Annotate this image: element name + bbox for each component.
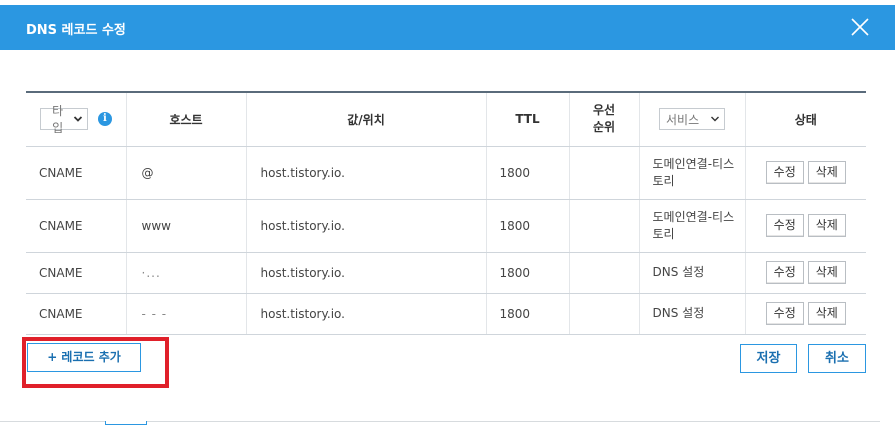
info-icon[interactable]: i	[97, 112, 112, 127]
edit-button[interactable]: 수정	[765, 261, 804, 284]
edit-button[interactable]: 수정	[765, 302, 804, 325]
table-row: CNAME - - - host.tistory.io. 1800 DNS 설정…	[26, 293, 866, 335]
row-service: 도메인연결-티스토리	[638, 146, 745, 200]
bottom-tab-edge	[105, 421, 147, 425]
row-type: CNAME	[26, 293, 126, 335]
row-service: DNS 설정	[638, 252, 745, 294]
row-priority	[568, 293, 639, 335]
add-record-button[interactable]: + 레코드 추가	[27, 343, 141, 372]
chevron-down-icon	[73, 116, 82, 123]
row-ttl: 1800	[485, 146, 569, 200]
row-ttl: 1800	[485, 199, 569, 253]
row-value: host.tistory.io.	[245, 252, 486, 294]
row-value: host.tistory.io.	[245, 199, 486, 253]
close-icon[interactable]	[850, 17, 870, 37]
row-value: host.tistory.io.	[245, 146, 486, 200]
type-header: 타입 i	[26, 91, 126, 147]
row-host: www	[125, 199, 246, 253]
priority-header: 우선 순위	[568, 91, 639, 147]
row-service: 도메인연결-티스토리	[638, 199, 745, 253]
row-host: ·...	[125, 252, 246, 294]
row-host: @	[125, 146, 246, 200]
row-ttl: 1800	[485, 293, 569, 335]
row-actions: 수정 삭제	[744, 146, 866, 200]
row-actions: 수정 삭제	[744, 252, 866, 294]
row-host: - - -	[125, 293, 246, 335]
dialog-header: DNS 레코드 수정	[0, 5, 895, 50]
row-priority	[568, 146, 639, 200]
row-value: host.tistory.io.	[245, 293, 486, 335]
delete-button[interactable]: 삭제	[807, 214, 846, 237]
type-filter-label: 타입	[52, 104, 64, 136]
dialog-title: DNS 레코드 수정	[26, 23, 126, 38]
cancel-button[interactable]: 취소	[808, 344, 866, 373]
edit-button[interactable]: 수정	[765, 161, 804, 184]
row-actions: 수정 삭제	[744, 293, 866, 335]
state-header: 상태	[744, 91, 866, 147]
service-filter-label: 서비스	[666, 112, 700, 127]
row-type: CNAME	[26, 252, 126, 294]
service-filter-select[interactable]: 서비스	[659, 108, 725, 131]
chevron-down-icon	[711, 116, 719, 122]
delete-button[interactable]: 삭제	[807, 261, 846, 284]
table-row: CNAME www host.tistory.io. 1800 도메인연결-티스…	[26, 199, 866, 253]
delete-button[interactable]: 삭제	[807, 161, 846, 184]
save-button[interactable]: 저장	[740, 344, 797, 373]
row-service: DNS 설정	[638, 293, 745, 335]
service-header: 서비스	[638, 91, 745, 147]
row-ttl: 1800	[485, 252, 569, 294]
type-filter-select[interactable]: 타입	[39, 104, 88, 135]
row-type: CNAME	[26, 199, 126, 253]
ttl-header: TTL	[485, 91, 569, 147]
value-header: 값/위치	[245, 91, 486, 147]
table-header-row: 타입 i 호스트 값/위치 TTL 우선 순위 서비스 상태	[26, 91, 866, 147]
row-priority	[568, 252, 639, 294]
host-header: 호스트	[125, 91, 246, 147]
row-actions: 수정 삭제	[744, 199, 866, 253]
dns-record-table: 타입 i 호스트 값/위치 TTL 우선 순위 서비스 상태 CNAME @ h…	[26, 91, 866, 335]
row-priority	[568, 199, 639, 253]
table-row: CNAME ·... host.tistory.io. 1800 DNS 설정 …	[26, 252, 866, 294]
edit-button[interactable]: 수정	[765, 214, 804, 237]
delete-button[interactable]: 삭제	[807, 302, 846, 325]
table-row: CNAME @ host.tistory.io. 1800 도메인연결-티스토리…	[26, 146, 866, 200]
row-type: CNAME	[26, 146, 126, 200]
